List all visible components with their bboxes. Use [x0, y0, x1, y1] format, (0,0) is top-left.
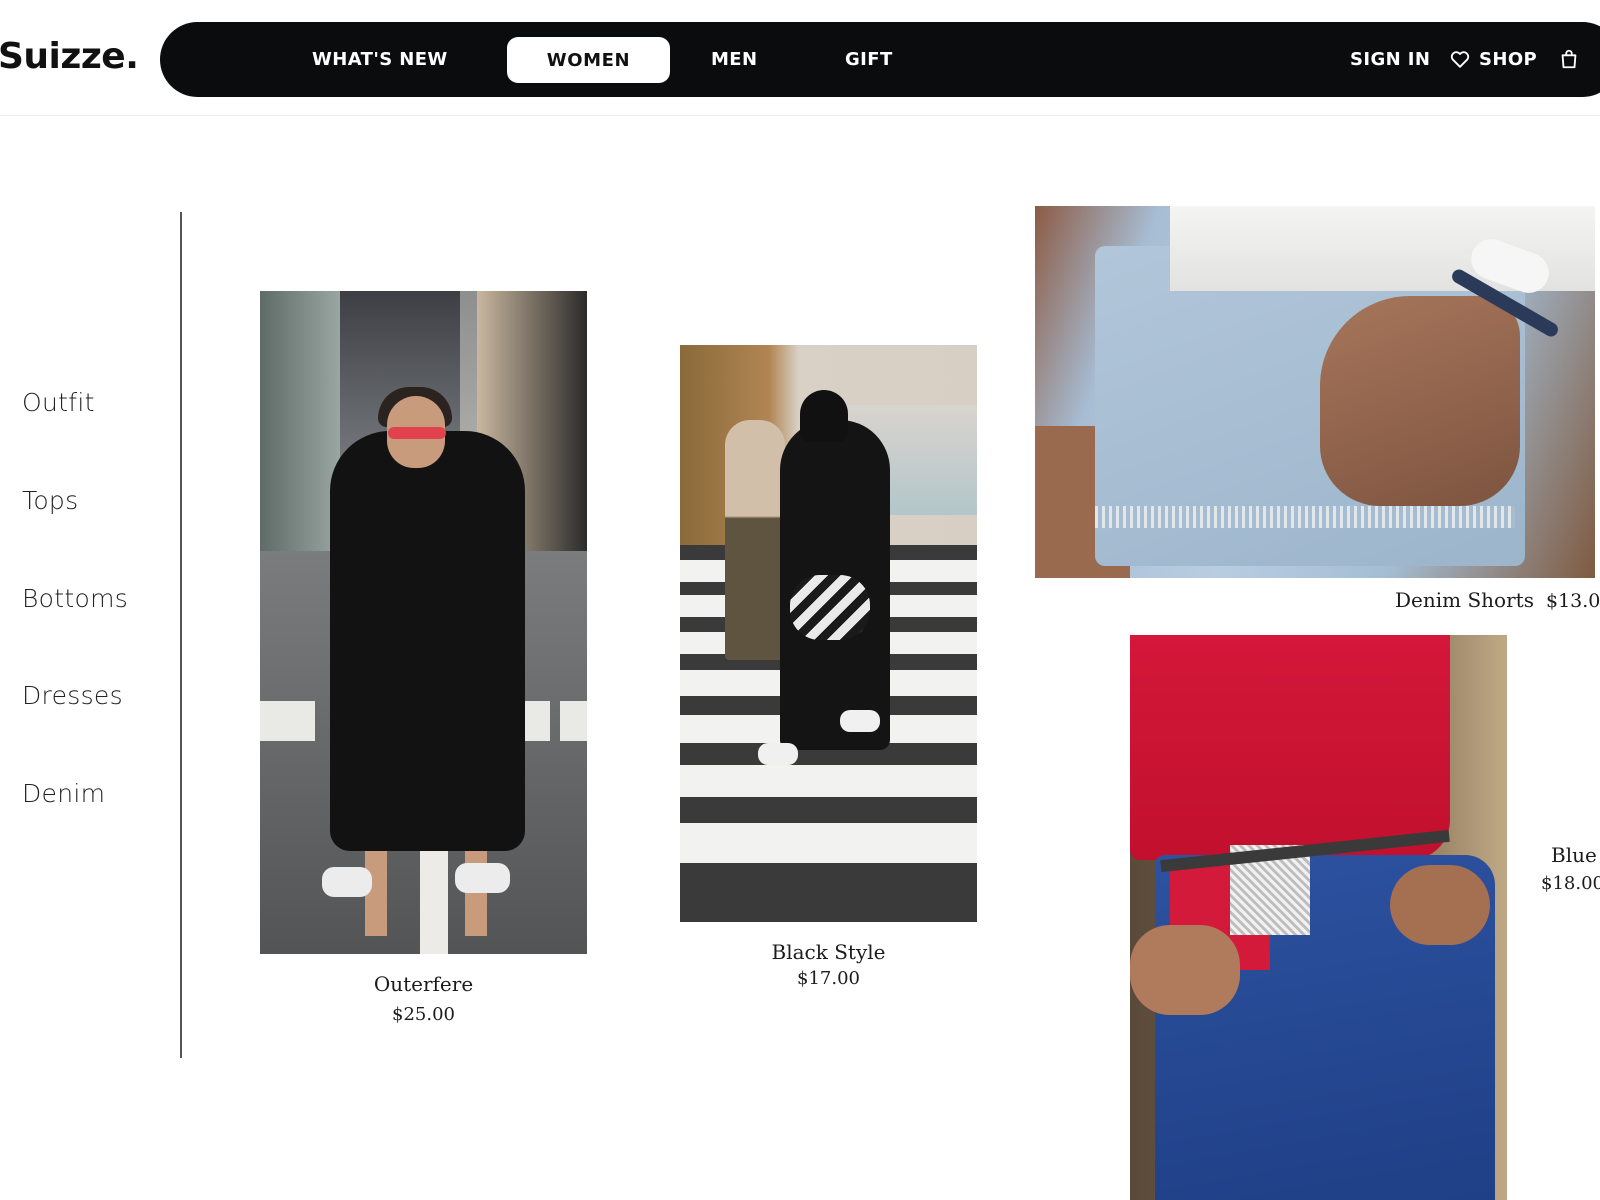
product-image-outerfere[interactable] — [260, 291, 587, 954]
product-price: $13.00 — [1546, 590, 1600, 612]
category-outfit[interactable]: Outfit — [22, 388, 95, 417]
category-bottoms[interactable]: Bottoms — [22, 584, 128, 613]
product-name[interactable]: Outerfere — [260, 972, 587, 996]
nav-women[interactable]: WOMEN — [507, 37, 670, 83]
category-tops[interactable]: Tops — [22, 486, 78, 515]
shopping-bag-icon[interactable] — [1558, 48, 1580, 70]
nav-whats-new[interactable]: WHAT'S NEW — [312, 22, 448, 97]
nav-men[interactable]: MEN — [711, 22, 757, 97]
sign-in-link[interactable]: SIGN IN — [1350, 22, 1430, 97]
heart-icon[interactable] — [1449, 48, 1471, 70]
product-name[interactable]: Black Style — [680, 940, 977, 964]
header-divider — [0, 115, 1600, 116]
category-denim[interactable]: Denim — [22, 779, 105, 808]
product-price: $18.00 — [1541, 873, 1600, 894]
shop-link[interactable]: SHOP — [1479, 22, 1537, 97]
nav-gift[interactable]: GIFT — [845, 22, 893, 97]
product-price: $17.00 — [797, 968, 860, 989]
product-image-blue[interactable] — [1130, 635, 1507, 1200]
product-name[interactable]: Denim Shorts — [1395, 588, 1534, 612]
product-price: $25.00 — [392, 1004, 455, 1025]
sidebar-divider — [180, 212, 182, 1058]
brand-logo[interactable]: Suizze. — [0, 36, 139, 77]
product-image-black-style[interactable] — [680, 345, 977, 922]
product-name[interactable]: Blue — [1551, 843, 1597, 867]
category-dresses[interactable]: Dresses — [22, 681, 123, 710]
main-navbar: WHAT'S NEW WOMEN MEN GIFT SIGN IN SHOP — [160, 22, 1600, 97]
product-image-denim-shorts[interactable] — [1035, 206, 1595, 578]
